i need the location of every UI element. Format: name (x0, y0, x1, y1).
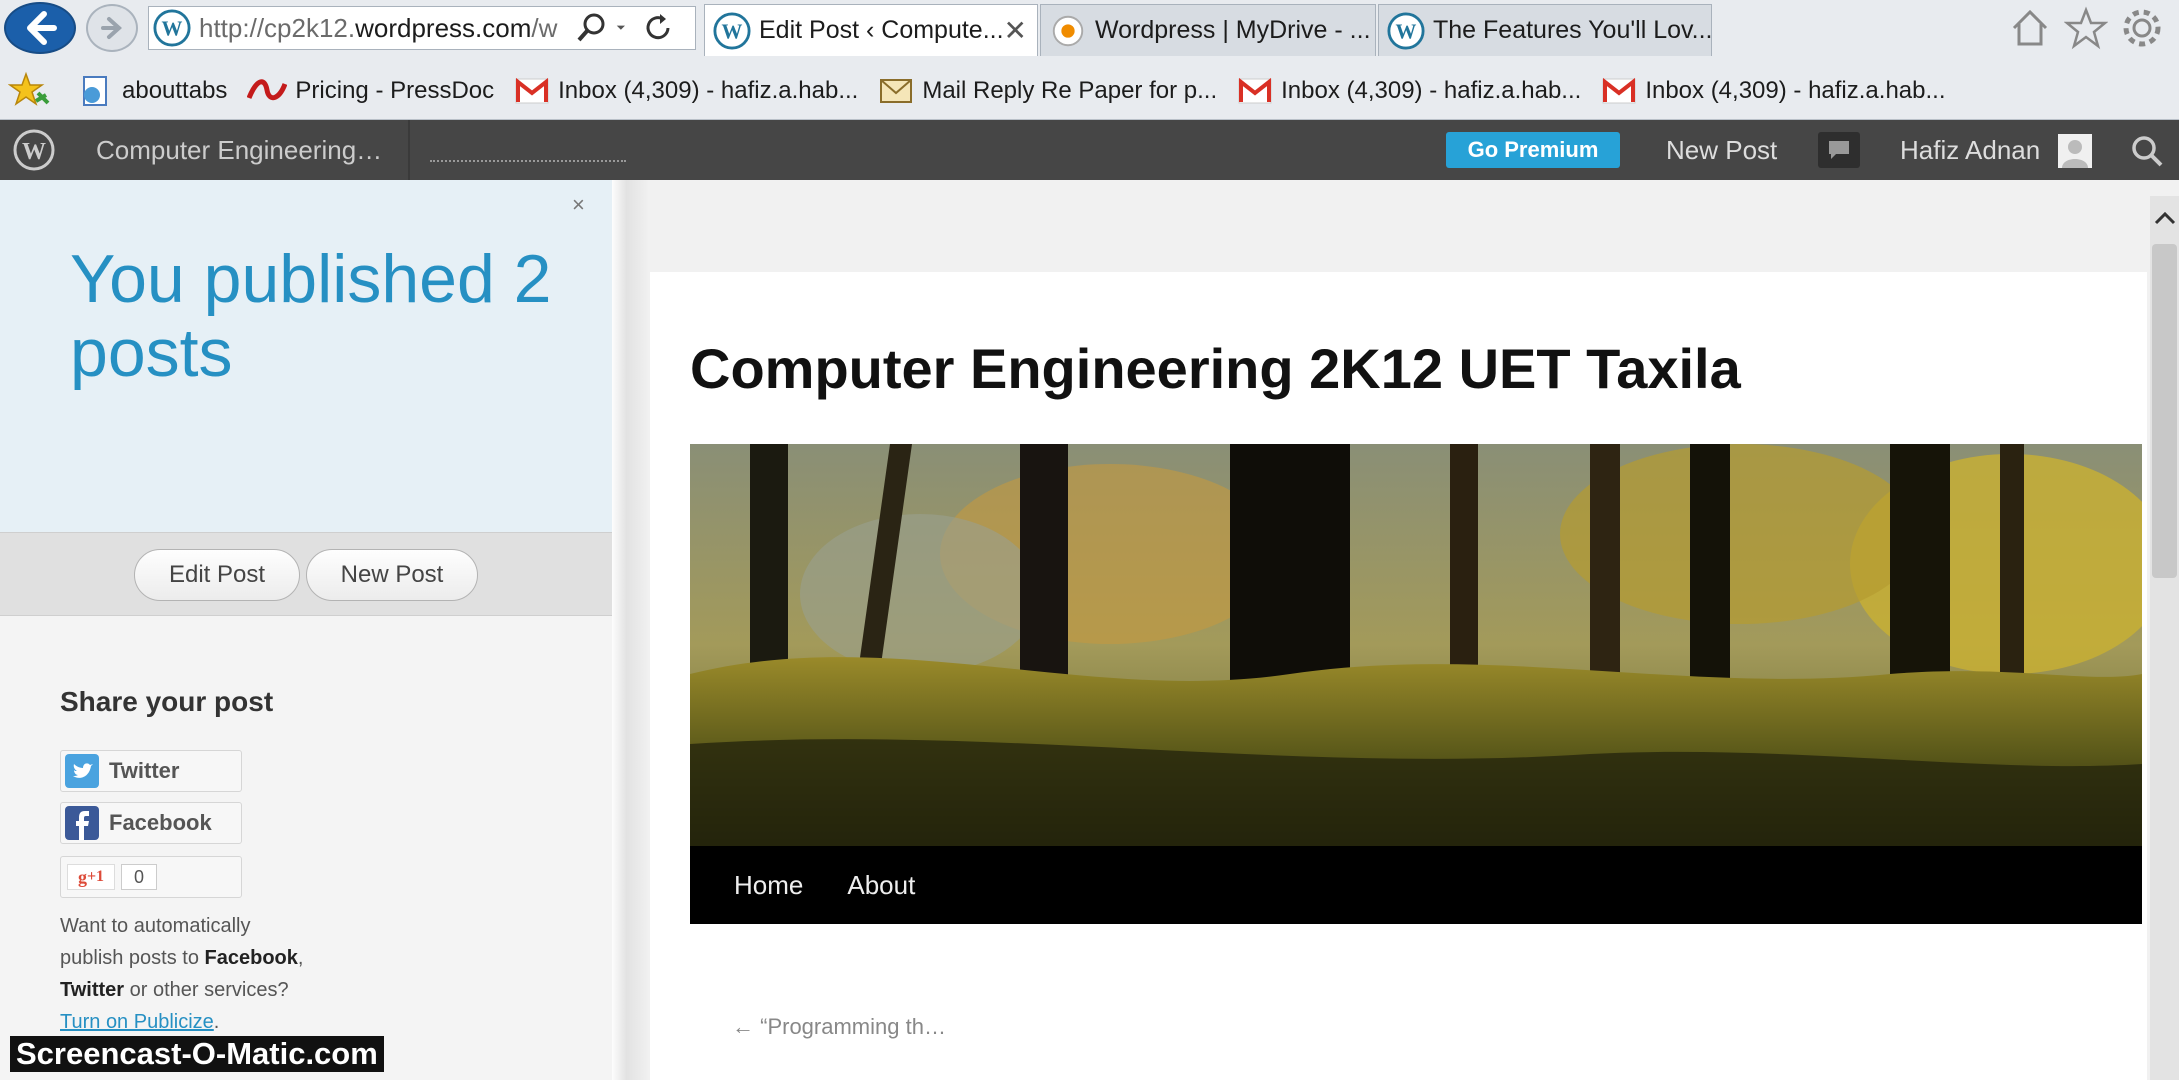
star-icon[interactable] (2064, 6, 2108, 50)
admin-bar-dotted-line (430, 160, 626, 162)
dropdown-arrow-icon[interactable] (615, 11, 635, 45)
close-icon[interactable]: × (572, 192, 585, 218)
favorites-icon[interactable] (8, 71, 58, 111)
tab-title: Wordpress | MyDrive - ... (1095, 16, 1371, 44)
gear-icon[interactable] (2120, 6, 2164, 50)
wordpress-favicon-icon: W (153, 9, 191, 47)
browser-chrome: W http://cp2k12.wordpress.com/w W Edit P… (0, 0, 2179, 120)
svg-text:W: W (722, 19, 743, 43)
svg-text:W: W (162, 17, 183, 41)
go-premium-button[interactable]: Go Premium (1446, 132, 1620, 168)
tab-row: W http://cp2k12.wordpress.com/w W Edit P… (0, 0, 2179, 58)
published-message: You published 2 posts (70, 241, 552, 391)
bookmark-pressdoc[interactable]: Pricing - PressDoc (247, 76, 494, 106)
post-action-bar: Edit Post New Post (0, 532, 612, 616)
admin-bar-site-name[interactable]: Computer Engineering… (96, 135, 382, 166)
svg-text:W: W (22, 139, 46, 165)
share-heading: Share your post (60, 686, 274, 717)
nav-item-about[interactable]: About (847, 870, 915, 901)
new-post-button[interactable]: New Post (306, 549, 478, 601)
bookmark-inbox-3[interactable]: Inbox (4,309) - hafiz.a.hab... (1601, 76, 1946, 106)
gmail-icon (1238, 77, 1272, 104)
scroll-up-button[interactable] (2150, 204, 2179, 232)
scrollbar-thumb[interactable] (2152, 244, 2177, 578)
site-navigation: Home About (690, 846, 2142, 924)
address-text[interactable]: http://cp2k12.wordpress.com/w (199, 13, 569, 44)
search-icon[interactable] (2128, 132, 2166, 170)
twitter-share-button[interactable]: Twitter (60, 750, 242, 792)
gplus-share-button[interactable]: g +1 0 (60, 856, 242, 898)
tab-features[interactable]: W The Features You'll Lov... (1378, 4, 1712, 56)
notification-bubble-icon (1829, 141, 1849, 159)
bookmark-mail[interactable]: Mail Reply Re Paper for p... (878, 76, 1217, 106)
page-icon (83, 76, 107, 106)
address-bar[interactable]: W http://cp2k12.wordpress.com/w (148, 6, 696, 50)
bookmark-inbox-1[interactable]: Inbox (4,309) - hafiz.a.hab... (514, 76, 858, 106)
tab-edit-post[interactable]: W Edit Post ‹ Compute... ✕ (704, 4, 1038, 56)
gplus-count: 0 (121, 864, 157, 890)
tab-close-icon[interactable]: ✕ (1004, 14, 1027, 47)
site-preview: Computer Engineering 2K12 UET Taxila Hom… (648, 180, 2179, 1080)
wordpress-logo-icon[interactable]: W (12, 128, 56, 172)
user-avatar-icon (2062, 140, 2088, 168)
tab-title: Edit Post ‹ Compute... (759, 16, 1004, 44)
bookmark-inbox-2[interactable]: Inbox (4,309) - hafiz.a.hab... (1237, 76, 1581, 106)
forest-header-image (690, 444, 2142, 846)
panel-divider (612, 180, 648, 1080)
wordpress-favicon-icon: W (713, 11, 751, 50)
mydrive-favicon-icon (1052, 15, 1084, 46)
published-message-box: × You published 2 posts (0, 180, 612, 532)
turn-on-publicize-link[interactable]: Turn on Publicize (60, 1011, 214, 1033)
bookmark-abouttabs[interactable]: abouttabs (78, 73, 227, 109)
pressdoc-icon (247, 79, 288, 101)
gmail-icon (515, 77, 549, 104)
edit-post-button[interactable]: Edit Post (134, 549, 300, 601)
admin-bar-separator (408, 120, 410, 180)
mail-icon (880, 79, 913, 103)
tab-mydrive[interactable]: Wordpress | MyDrive - ... (1040, 4, 1376, 56)
notifications-button[interactable] (1818, 132, 1860, 168)
avatar[interactable] (2058, 134, 2092, 168)
header-image (690, 444, 2142, 846)
admin-bar-new-post[interactable]: New Post (1666, 135, 1777, 166)
facebook-share-button[interactable]: Facebook (60, 802, 242, 844)
watermark: Screencast-O-Matic.com (10, 1036, 384, 1072)
post-published-panel: × You published 2 posts Edit Post New Po… (0, 180, 612, 1080)
refresh-icon[interactable] (641, 11, 675, 45)
nav-item-home[interactable]: Home (734, 870, 803, 901)
back-button[interactable] (4, 2, 76, 54)
facebook-icon (65, 806, 99, 840)
wp-admin-bar: W Computer Engineering… Go Premium New P… (0, 120, 2179, 180)
preview-page: Computer Engineering 2K12 UET Taxila Hom… (650, 272, 2147, 1080)
wordpress-favicon-icon: W (1387, 11, 1425, 50)
search-icon[interactable] (575, 11, 609, 45)
gmail-icon (1602, 77, 1636, 104)
tab-title: The Features You'll Lov... (1433, 16, 1712, 44)
site-title[interactable]: Computer Engineering 2K12 UET Taxila (690, 336, 1741, 401)
bookmarks-bar: abouttabs Pricing - PressDoc Inbox (4,30… (0, 66, 2179, 116)
publicize-message: Want to automatically publish posts to F… (60, 915, 304, 1033)
previous-post-link[interactable]: ← “Programming th… (732, 1014, 946, 1040)
home-icon[interactable] (2008, 6, 2052, 50)
forward-arrow-icon (101, 17, 122, 39)
svg-text:W: W (1396, 19, 1417, 43)
chevron-up-icon (2154, 211, 2175, 225)
admin-bar-user[interactable]: Hafiz Adnan (1900, 135, 2040, 166)
forward-button[interactable] (86, 4, 138, 52)
back-arrow-icon (27, 11, 57, 45)
twitter-icon (65, 754, 99, 788)
gplus-icon: g +1 (67, 864, 115, 890)
